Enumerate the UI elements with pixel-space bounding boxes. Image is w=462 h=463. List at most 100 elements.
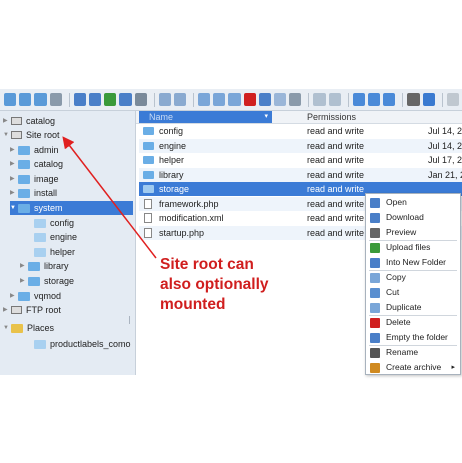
expanded-arrow-icon[interactable]: ▼ (3, 128, 9, 142)
menu-item-label: Duplicate (386, 302, 422, 312)
tree-item-install[interactable]: ▶ install (10, 186, 57, 200)
copy-icon[interactable] (198, 93, 211, 106)
menu-item-preview[interactable]: Preview (366, 225, 460, 240)
file-name: helper (159, 155, 185, 165)
tree-item-storage[interactable]: ▶ storage (20, 274, 74, 288)
folder-icon (143, 156, 154, 164)
file-icon (144, 227, 152, 238)
menu-item-delete[interactable]: Delete (366, 315, 460, 330)
forward-icon[interactable] (19, 93, 32, 106)
tree-item-ftp-root[interactable]: ▶ FTP root (3, 303, 61, 317)
collapsed-arrow-icon[interactable]: ▶ (3, 303, 9, 317)
menu-item-label: Copy (386, 272, 406, 282)
menu-item-download[interactable]: Download (366, 210, 460, 225)
tree-item-engine[interactable]: engine (20, 230, 77, 244)
tree-resize-handle[interactable] (129, 316, 130, 324)
paste-icon[interactable] (228, 93, 241, 106)
duplicate-icon[interactable] (274, 93, 287, 106)
tree-item-catalog[interactable]: ▶ catalog (3, 114, 55, 128)
collapsed-arrow-icon[interactable]: ▶ (20, 274, 26, 288)
menu-item-label: Delete (386, 317, 411, 327)
table-row[interactable]: library read and write Jan 21, 20 (139, 167, 462, 182)
menu-item-label: Create archive (386, 362, 442, 372)
table-row[interactable]: config read and write Jul 14, 20 (139, 124, 462, 138)
tree-item-catalog[interactable]: ▶ catalog (10, 157, 63, 171)
menu-item-label: Preview (386, 227, 417, 237)
places-icon (11, 323, 23, 333)
up-icon[interactable] (34, 93, 47, 106)
preview-icon[interactable] (407, 93, 420, 106)
table-row[interactable]: engine read and write Jul 14, 20 (139, 138, 462, 153)
menu-item-open[interactable]: Open (366, 195, 460, 210)
expanded-arrow-icon[interactable]: ▼ (10, 201, 16, 215)
delete-icon[interactable] (243, 93, 256, 106)
tree-item-label: storage (44, 276, 75, 286)
folder-icon (143, 185, 154, 193)
collapsed-arrow-icon[interactable]: ▶ (10, 186, 16, 200)
tree-item-image[interactable]: ▶ image (10, 172, 59, 186)
menu-item-copy[interactable]: Copy (366, 270, 460, 285)
expanded-arrow-icon[interactable]: ▼ (3, 321, 9, 335)
edit-icon[interactable] (313, 93, 326, 106)
open-icon[interactable] (73, 93, 86, 106)
empty-folder-icon[interactable] (258, 93, 272, 106)
archive-icon (370, 362, 380, 373)
info-icon[interactable] (422, 93, 435, 106)
undo-icon[interactable] (158, 93, 171, 106)
upload-icon[interactable] (104, 93, 117, 106)
collapsed-arrow-icon[interactable]: ▶ (3, 114, 9, 128)
tree-item-label: Places (27, 323, 55, 333)
tree-item-library[interactable]: ▶ library (20, 259, 69, 273)
menu-item-cut[interactable]: Cut (366, 285, 460, 300)
menu-item-upload-files[interactable]: Upload files (366, 240, 460, 255)
collapsed-arrow-icon[interactable]: ▶ (10, 143, 16, 157)
table-row[interactable]: helper read and write Jul 17, 20 (139, 153, 462, 167)
back-icon[interactable] (4, 93, 17, 106)
menu-item-duplicate[interactable]: Duplicate (366, 300, 460, 315)
menu-item-label: Rename (386, 347, 419, 357)
sort-icon[interactable] (383, 93, 396, 106)
tree-item-places[interactable]: ▼ Places (3, 321, 54, 335)
menu-item-create-archive[interactable]: Create archive ▸ (366, 360, 460, 375)
toolbar-separator (193, 92, 195, 107)
tree-item-label: system (34, 203, 63, 213)
menu-item-into-new-folder[interactable]: Into New Folder (366, 255, 460, 270)
folder-icon (18, 291, 30, 301)
file-name: library (159, 169, 184, 180)
menu-item-label: Open (386, 197, 407, 207)
collapsed-arrow-icon[interactable]: ▶ (10, 157, 16, 171)
menu-item-rename[interactable]: Rename (366, 345, 460, 360)
home-icon[interactable] (49, 93, 62, 106)
redo-icon[interactable] (173, 93, 187, 106)
new-file-icon[interactable] (134, 93, 147, 106)
tree-item-productlabels-como[interactable]: productlabels_como (20, 337, 131, 351)
folder-icon (18, 188, 30, 198)
delete-icon (370, 317, 380, 328)
resize-icon[interactable] (328, 93, 341, 106)
settings-icon[interactable] (446, 93, 459, 106)
column-header-permissions[interactable]: Permissions (307, 111, 356, 123)
file-permissions: read and write (307, 169, 365, 180)
new-folder-icon[interactable] (119, 93, 132, 106)
tree-item-config[interactable]: config (20, 216, 74, 230)
collapsed-arrow-icon[interactable]: ▶ (10, 172, 16, 186)
file-icon (144, 198, 152, 209)
file-permissions: read and write (307, 155, 365, 165)
download-icon[interactable] (88, 93, 102, 106)
tree-item-admin[interactable]: ▶ admin (10, 143, 59, 157)
cut-icon[interactable] (213, 93, 226, 106)
drive-icon (11, 131, 22, 139)
rename-icon[interactable] (289, 93, 302, 106)
menu-item-empty-the-folder[interactable]: Empty the folder (366, 330, 460, 345)
tree-item-helper[interactable]: helper (20, 245, 75, 259)
collapsed-arrow-icon[interactable]: ▶ (20, 259, 26, 273)
column-header-name[interactable]: Name ▾ (139, 111, 272, 123)
collapsed-arrow-icon[interactable]: ▶ (10, 289, 16, 303)
list-view-icon[interactable] (367, 93, 381, 106)
tree-item-system[interactable]: ▼ system (10, 201, 133, 215)
tree-item-site-root[interactable]: ▼ Site root (3, 128, 60, 142)
icons-view-icon[interactable] (352, 93, 365, 106)
folder-icon (34, 247, 46, 257)
tree-item-label: config (50, 218, 75, 228)
tree-item-vqmod[interactable]: ▶ vqmod (10, 289, 61, 303)
